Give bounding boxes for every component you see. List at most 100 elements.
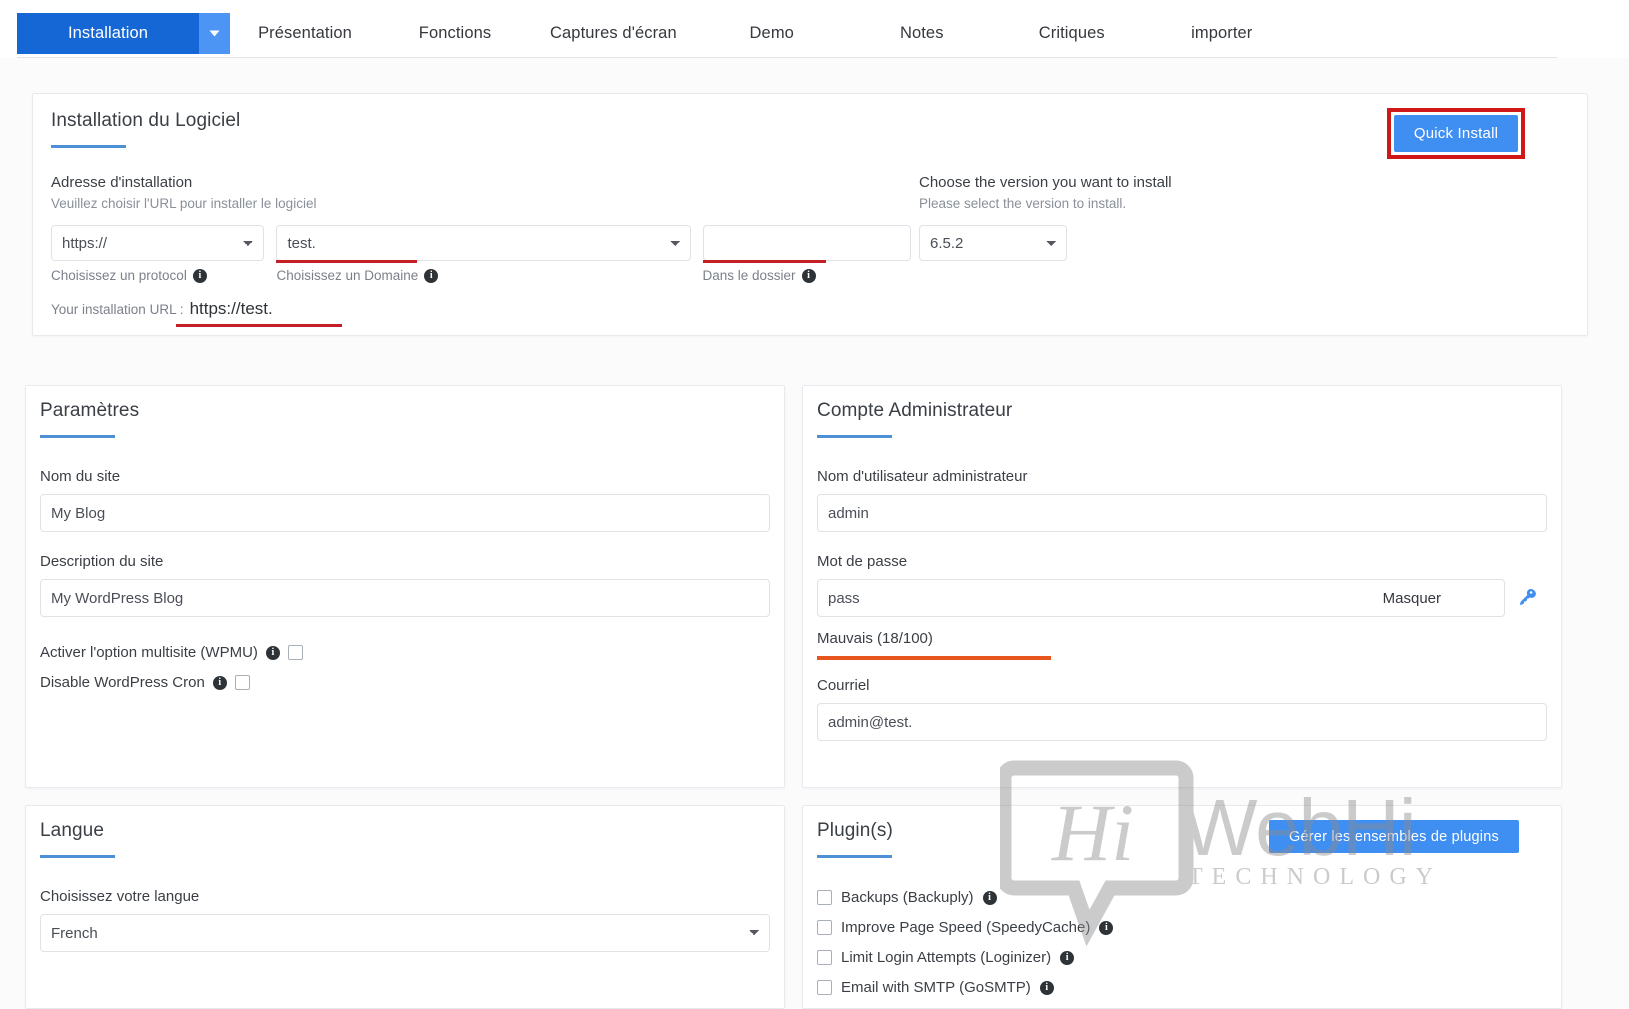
installation-url-prefix: Your installation URL : xyxy=(51,302,184,317)
settings-title-text: Paramètres xyxy=(40,400,139,422)
plugins-card: Plugin(s) Gérer les ensembles de plugins… xyxy=(802,805,1562,1009)
protocol-sub-label: Choisissez un protocol xyxy=(51,268,187,283)
plugin-item: Improve Page Speed (SpeedyCache) i xyxy=(817,919,1547,936)
version-label: Choose the version you want to install xyxy=(919,174,1219,191)
site-description-input[interactable] xyxy=(40,579,770,617)
disable-cron-checkbox[interactable] xyxy=(235,675,250,690)
admin-password-label: Mot de passe xyxy=(817,553,1547,570)
domain-field: test. Choisissez un Domaine i xyxy=(276,225,690,283)
protocol-field: https:// Choisissez un protocol i xyxy=(51,225,264,283)
admin-email-label: Courriel xyxy=(817,677,1547,694)
language-title-text: Langue xyxy=(40,820,115,842)
info-icon[interactable]: i xyxy=(983,891,997,905)
version-group: Choose the version you want to install P… xyxy=(919,174,1219,261)
tab-presentation[interactable]: Présentation xyxy=(230,13,380,54)
language-form: Choisissez votre langue French xyxy=(40,888,770,952)
tab-notes[interactable]: Notes xyxy=(847,13,997,54)
tab-fonctions-label: Fonctions xyxy=(419,24,491,43)
tab-critiques-label: Critiques xyxy=(1039,24,1105,43)
info-icon[interactable]: i xyxy=(1099,921,1113,935)
quick-install-button[interactable]: Quick Install xyxy=(1394,115,1518,152)
plugins-title: Plugin(s) xyxy=(817,820,893,858)
plugin-item: Email with SMTP (GoSMTP) i xyxy=(817,979,1547,996)
toggle-password-visibility-button[interactable]: Masquer xyxy=(1383,590,1441,607)
disable-cron-label: Disable WordPress Cron xyxy=(40,674,205,691)
settings-form: Nom du site Description du site Activer … xyxy=(40,468,770,691)
plugins-list: Backups (Backuply) i Improve Page Speed … xyxy=(817,889,1547,996)
settings-card: Paramètres Nom du site Description du si… xyxy=(25,385,785,788)
plugin-gosmtp-checkbox[interactable] xyxy=(817,980,832,995)
plugin-speedycache-label: Improve Page Speed (SpeedyCache) xyxy=(841,919,1090,936)
plugin-loginizer-label: Limit Login Attempts (Loginizer) xyxy=(841,949,1051,966)
folder-sub-label-row: Dans le dossier i xyxy=(703,268,912,283)
domain-sub-label: Choisissez un Domaine xyxy=(276,268,418,283)
tab-notes-label: Notes xyxy=(900,24,944,43)
language-select[interactable]: French xyxy=(40,914,770,952)
info-icon[interactable]: i xyxy=(802,269,816,283)
software-installation-card: Installation du Logiciel Quick Install A… xyxy=(32,93,1588,336)
plugin-backuply-checkbox[interactable] xyxy=(817,890,832,905)
tab-demo[interactable]: Demo xyxy=(697,13,847,54)
tab-installation[interactable]: Installation xyxy=(17,13,199,54)
language-title: Langue xyxy=(40,820,115,858)
chevron-down-icon xyxy=(209,30,220,37)
tab-demo-label: Demo xyxy=(750,24,794,43)
protocol-sub-label-row: Choisissez un protocol i xyxy=(51,268,264,283)
tab-importer[interactable]: importer xyxy=(1147,13,1297,54)
protocol-select[interactable]: https:// xyxy=(51,225,264,261)
settings-title: Paramètres xyxy=(40,400,139,438)
title-underline xyxy=(40,435,115,438)
multisite-checkbox[interactable] xyxy=(288,645,303,660)
tab-captures-decran-label: Captures d'écran xyxy=(550,24,677,43)
title-underline xyxy=(51,145,126,148)
plugin-speedycache-checkbox[interactable] xyxy=(817,920,832,935)
tab-presentation-label: Présentation xyxy=(258,24,352,43)
title-underline xyxy=(817,435,892,438)
installation-address-group: Adresse d'installation Veuillez choisir … xyxy=(51,174,911,319)
info-icon[interactable]: i xyxy=(424,269,438,283)
installation-url-value: https://test. xyxy=(190,299,273,319)
plugins-title-text: Plugin(s) xyxy=(817,820,893,842)
main-tab-bar: Installation Présentation Fonctions Capt… xyxy=(0,0,1629,58)
manage-plugin-sets-button[interactable]: Gérer les ensembles de plugins xyxy=(1269,820,1519,853)
page-root: Installation Présentation Fonctions Capt… xyxy=(0,0,1629,1009)
folder-sub-label: Dans le dossier xyxy=(703,268,796,283)
choose-language-label: Choisissez votre langue xyxy=(40,888,770,905)
generate-password-key-icon[interactable] xyxy=(1515,588,1536,609)
plugin-gosmtp-label: Email with SMTP (GoSMTP) xyxy=(841,979,1031,996)
plugin-item: Backups (Backuply) i xyxy=(817,889,1547,906)
plugin-loginizer-checkbox[interactable] xyxy=(817,950,832,965)
version-select[interactable]: 6.5.2 xyxy=(919,225,1067,261)
software-installation-title-text: Installation du Logiciel xyxy=(51,110,240,132)
info-icon[interactable]: i xyxy=(193,269,207,283)
domain-select[interactable]: test. xyxy=(276,225,690,261)
site-description-label: Description du site xyxy=(40,553,770,570)
tab-installation-dropdown-toggle[interactable] xyxy=(199,13,230,54)
tab-installation-label: Installation xyxy=(68,24,148,43)
language-card: Langue Choisissez votre langue French xyxy=(25,805,785,1009)
installation-url-row: Your installation URL : https://test. xyxy=(51,299,911,319)
tab-captures-decran[interactable]: Captures d'écran xyxy=(530,13,697,54)
site-name-label: Nom du site xyxy=(40,468,770,485)
tab-critiques[interactable]: Critiques xyxy=(997,13,1147,54)
admin-username-input[interactable] xyxy=(817,494,1547,532)
title-underline xyxy=(817,855,892,858)
domain-sub-label-row: Choisissez un Domaine i xyxy=(276,268,690,283)
admin-email-input[interactable] xyxy=(817,703,1547,741)
password-strength: Mauvais (18/100) xyxy=(817,630,1547,660)
info-icon[interactable]: i xyxy=(1060,951,1074,965)
multisite-row: Activer l'option multisite (WPMU) i xyxy=(40,644,770,661)
tab-fonctions[interactable]: Fonctions xyxy=(380,13,530,54)
site-name-input[interactable] xyxy=(40,494,770,532)
info-icon[interactable]: i xyxy=(1040,981,1054,995)
folder-input[interactable] xyxy=(703,225,912,261)
info-icon[interactable]: i xyxy=(213,676,227,690)
admin-password-row: Masquer xyxy=(817,579,1547,617)
plugin-backuply-label: Backups (Backuply) xyxy=(841,889,974,906)
tab-importer-label: importer xyxy=(1191,24,1252,43)
plugin-item: Limit Login Attempts (Loginizer) i xyxy=(817,949,1547,966)
info-icon[interactable]: i xyxy=(266,646,280,660)
multisite-label: Activer l'option multisite (WPMU) xyxy=(40,644,258,661)
title-underline xyxy=(40,855,115,858)
admin-account-card: Compte Administrateur Nom d'utilisateur … xyxy=(802,385,1562,788)
